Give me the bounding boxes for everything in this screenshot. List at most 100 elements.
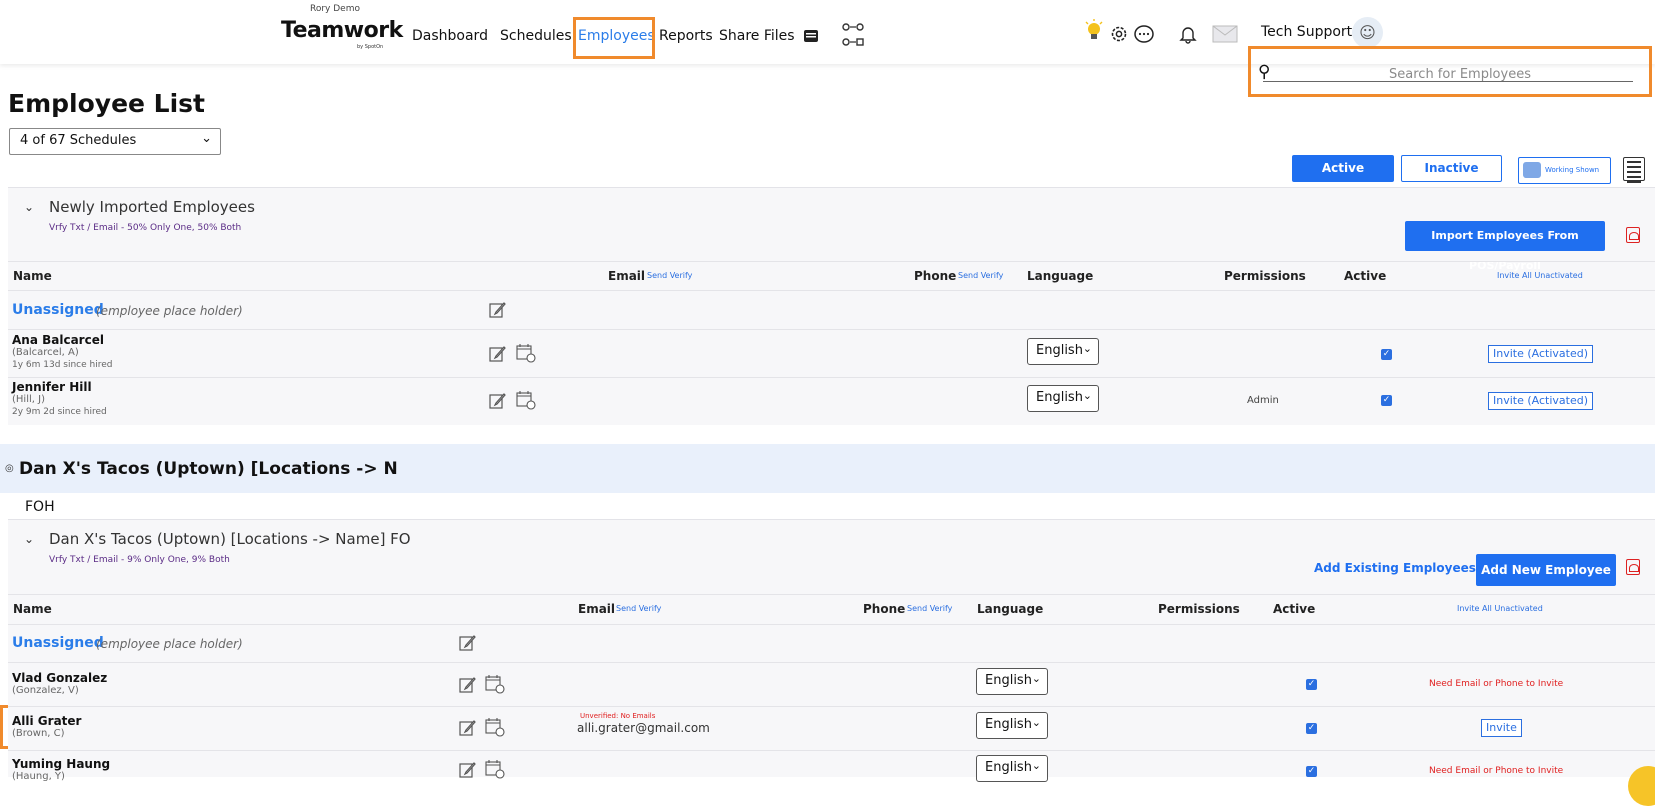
- collapse-chevron-icon[interactable]: ⌄: [24, 532, 34, 546]
- calendar-icon[interactable]: [516, 343, 536, 363]
- verify-stats: Vrfy Txt / Email - 9% Only One, 9% Both: [49, 555, 230, 565]
- placeholder-note: (employee place holder): [96, 304, 243, 318]
- edit-icon[interactable]: [489, 301, 506, 318]
- nav-share-files[interactable]: Share Files: [719, 28, 795, 44]
- language-value: English: [985, 717, 1032, 732]
- employee-alias: (Gonzalez, V): [12, 685, 79, 696]
- language-value: English: [1036, 343, 1083, 358]
- printer-icon[interactable]: [802, 27, 820, 45]
- nav-dashboard[interactable]: Dashboard: [412, 28, 488, 44]
- col-active: Active: [1273, 602, 1316, 616]
- email-send-verify-link[interactable]: Send Verify: [616, 604, 661, 613]
- pdf-icon[interactable]: [1626, 227, 1640, 243]
- col-email: Email: [608, 269, 646, 283]
- edit-icon[interactable]: [459, 719, 476, 736]
- highlight-employees-nav: [573, 17, 655, 59]
- edit-icon[interactable]: [459, 761, 476, 778]
- add-new-employee-button[interactable]: Add New Employee: [1476, 554, 1616, 586]
- schedule-select-value: 4 of 67 Schedules: [20, 133, 137, 148]
- phone-send-verify-link[interactable]: Send Verify: [907, 604, 952, 613]
- search-input[interactable]: [1290, 66, 1630, 82]
- account-name: Rory Demo: [310, 4, 360, 14]
- invite-status-text: Need Email or Phone to Invite: [1429, 679, 1564, 689]
- calendar-icon[interactable]: [516, 390, 536, 410]
- active-checkbox[interactable]: ✓: [1381, 395, 1392, 406]
- collapse-chevron-icon[interactable]: ⌄: [24, 200, 34, 214]
- language-value: English: [985, 760, 1032, 775]
- lightbulb-icon[interactable]: [1083, 18, 1105, 44]
- employee-name[interactable]: Vlad Gonzalez: [12, 671, 107, 685]
- foh-panel: [8, 519, 1655, 777]
- employee-name[interactable]: Jennifer Hill: [12, 380, 92, 394]
- placeholder-note: (employee place holder): [96, 637, 243, 651]
- email-send-verify-link[interactable]: Send Verify: [647, 271, 692, 280]
- col-phone: Phone: [863, 602, 906, 616]
- search-underline: [1263, 81, 1633, 82]
- invite-all-link[interactable]: Invite All Unactivated: [1457, 604, 1543, 613]
- bell-icon[interactable]: [1179, 24, 1197, 44]
- employee-name[interactable]: Ana Balcarcel: [12, 333, 104, 347]
- active-checkbox[interactable]: ✓: [1306, 766, 1317, 777]
- active-checkbox[interactable]: ✓: [1381, 349, 1392, 360]
- chat-icon[interactable]: [1133, 24, 1155, 44]
- gear-icon[interactable]: [1109, 24, 1129, 44]
- calendar-icon[interactable]: [485, 759, 505, 779]
- language-select[interactable]: English ⌄: [976, 668, 1048, 695]
- brand-by: by SpotOn: [357, 44, 384, 50]
- avatar-icon[interactable]: ☺: [1352, 17, 1383, 48]
- language-select[interactable]: English ⌄: [976, 712, 1048, 739]
- user-name[interactable]: Tech Support: [1261, 24, 1352, 40]
- nav-schedules[interactable]: Schedules: [500, 28, 572, 44]
- people-icon: [1523, 162, 1541, 178]
- language-select[interactable]: English ⌄: [976, 755, 1048, 782]
- language-select[interactable]: English ⌄: [1027, 338, 1099, 365]
- schedule-select[interactable]: 4 of 67 Schedules ⌄: [9, 128, 221, 155]
- active-checkbox[interactable]: ✓: [1306, 723, 1317, 734]
- invite-all-link[interactable]: Invite All Unactivated: [1497, 271, 1583, 280]
- brand-logo[interactable]: Teamwork: [281, 18, 403, 43]
- col-phone: Phone: [914, 269, 957, 283]
- employee-tenure: 1y 6m 13d since hired: [12, 360, 113, 370]
- col-email: Email: [578, 602, 616, 616]
- col-active: Active: [1344, 269, 1387, 283]
- edit-icon[interactable]: [459, 676, 476, 693]
- list-view-icon[interactable]: [1623, 157, 1645, 183]
- invite-activated-button[interactable]: Invite (Activated): [1488, 392, 1594, 410]
- language-select[interactable]: English ⌄: [1027, 385, 1099, 412]
- calendar-icon[interactable]: [485, 674, 505, 694]
- inactive-filter-button[interactable]: Inactive: [1401, 155, 1502, 182]
- working-shown-button[interactable]: Working Shown: [1518, 157, 1611, 184]
- employee-name[interactable]: Yuming Haung: [12, 757, 110, 771]
- phone-send-verify-link[interactable]: Send Verify: [958, 271, 1003, 280]
- employee-name[interactable]: Alli Grater: [12, 714, 81, 728]
- add-existing-employees-link[interactable]: Add Existing Employees: [1314, 561, 1476, 575]
- active-filter-button[interactable]: Active: [1292, 155, 1394, 182]
- col-language: Language: [977, 602, 1044, 616]
- help-widget-icon[interactable]: [1628, 766, 1655, 806]
- search-icon[interactable]: ⚲: [1258, 62, 1270, 82]
- edit-icon[interactable]: [489, 345, 506, 362]
- col-name[interactable]: Name: [13, 602, 52, 616]
- unassigned-link[interactable]: Unassigned: [12, 635, 104, 651]
- edit-icon[interactable]: [489, 392, 506, 409]
- unassigned-link[interactable]: Unassigned: [12, 302, 104, 318]
- edit-icon[interactable]: [459, 634, 476, 651]
- active-checkbox[interactable]: ✓: [1306, 679, 1317, 690]
- mail-icon[interactable]: [1212, 25, 1238, 43]
- invite-button[interactable]: Invite: [1481, 719, 1522, 737]
- col-permissions: Permissions: [1158, 602, 1240, 616]
- col-name[interactable]: Name: [13, 269, 52, 283]
- invite-activated-button[interactable]: Invite (Activated): [1488, 345, 1594, 363]
- section-title: Dan X's Tacos (Uptown) [Locations -> Nam…: [49, 530, 411, 548]
- employee-email: alli.grater@gmail.com: [577, 721, 710, 735]
- permissions-value: Admin: [1247, 395, 1279, 406]
- nav-reports[interactable]: Reports: [659, 28, 713, 44]
- calendar-icon[interactable]: [485, 717, 505, 737]
- working-shown-label: Working Shown: [1545, 166, 1600, 174]
- language-value: English: [1036, 390, 1083, 405]
- pdf-icon[interactable]: [1626, 559, 1640, 575]
- import-employees-button[interactable]: Import Employees From POS/Payroll: [1405, 221, 1605, 272]
- workflow-icon[interactable]: [840, 21, 866, 49]
- verify-stats: Vrfy Txt / Email - 50% Only One, 50% Bot…: [49, 223, 242, 233]
- page-title: Employee List: [8, 89, 206, 118]
